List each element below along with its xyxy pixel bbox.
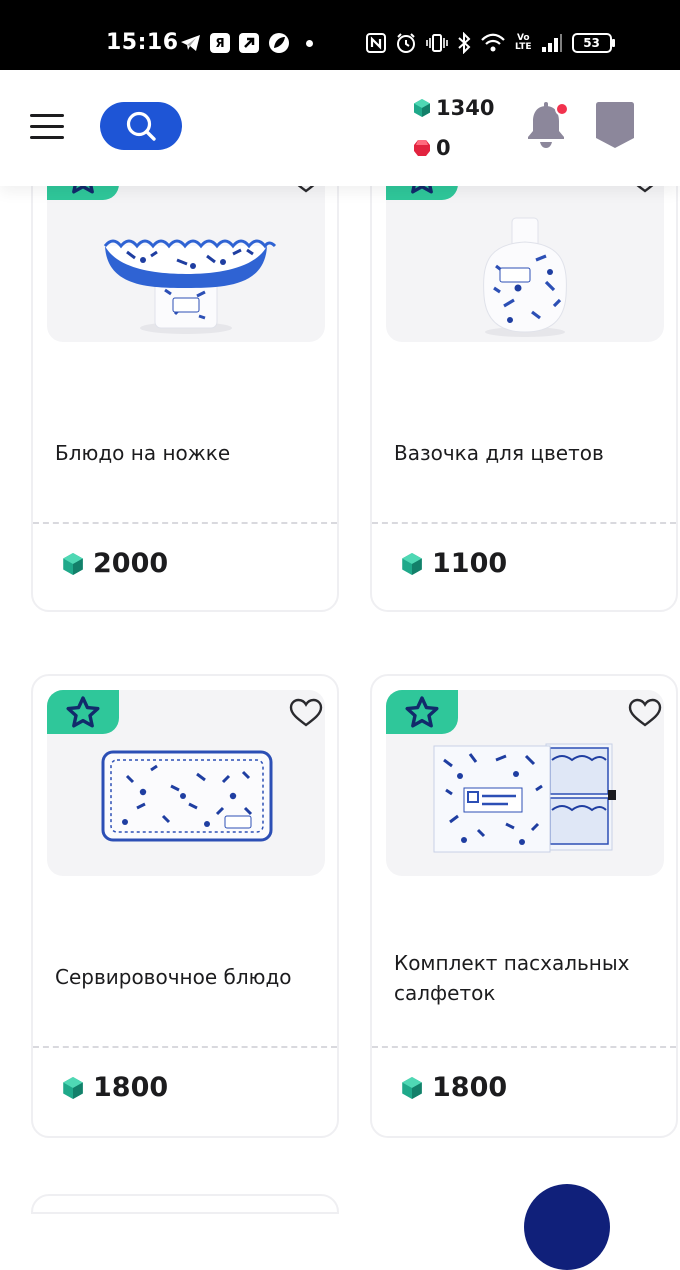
battery-icon: 53 [571, 33, 615, 53]
green-gem-icon [414, 99, 430, 117]
green-gem-icon [63, 1076, 83, 1099]
product-price: 1800 [63, 1072, 168, 1103]
vibrate-icon [426, 33, 448, 53]
heart-outline-icon[interactable] [628, 698, 662, 728]
product-title: Комплект пасхальных салфеток [394, 951, 630, 1005]
price-value: 1100 [432, 548, 508, 579]
product-title: Вазочка для цветов [394, 441, 604, 465]
green-gem-icon [63, 552, 83, 575]
product-title: Блюдо на ножке [55, 441, 231, 465]
green-balance-value: 1340 [436, 96, 495, 120]
telegram-icon [180, 33, 202, 53]
price-value: 2000 [93, 548, 169, 579]
alarm-icon [395, 32, 417, 54]
leaf-app-icon [268, 32, 290, 54]
star-icon [405, 696, 439, 728]
hamburger-menu-icon[interactable] [30, 114, 64, 140]
card-divider [33, 1046, 337, 1048]
price-value: 1800 [432, 1072, 508, 1103]
bluetooth-icon [457, 32, 471, 54]
balance-widget[interactable]: 1340 0 [414, 90, 494, 166]
red-balance: 0 [414, 130, 494, 166]
product-price: 2000 [63, 548, 168, 579]
heart-outline-icon[interactable] [289, 698, 323, 728]
star-icon [66, 696, 100, 728]
notifications-button[interactable] [524, 100, 569, 150]
floating-action-button[interactable] [524, 1184, 610, 1270]
red-balance-value: 0 [436, 136, 451, 160]
status-bar: 15:16 Я Vo LTE 53 [0, 0, 680, 70]
product-card[interactable]: Вазочка для цветов 1100 [370, 140, 678, 612]
product-card[interactable]: Блюдо на ножке 2000 [31, 140, 339, 612]
featured-badge [386, 690, 458, 734]
card-divider [33, 522, 337, 524]
product-price: 1800 [402, 1072, 507, 1103]
arrow-app-icon [238, 32, 260, 54]
next-card-edge [31, 1194, 339, 1214]
product-title: Сервировочное блюдо [55, 965, 292, 989]
notification-dot [555, 102, 569, 116]
profile-shield-icon [596, 102, 634, 148]
signal-icon [541, 33, 563, 53]
dot-icon [306, 39, 313, 47]
search-icon [126, 111, 156, 141]
status-system-icons: Vo LTE 53 [366, 30, 615, 56]
yandex-icon: Я [210, 33, 230, 53]
price-value: 1800 [93, 1072, 169, 1103]
volte-label-bottom: LTE [515, 42, 532, 52]
green-gem-icon [402, 1076, 422, 1099]
product-price: 1100 [402, 548, 507, 579]
profile-button[interactable] [596, 102, 634, 152]
nfc-icon [366, 33, 386, 53]
wifi-icon [480, 33, 506, 53]
search-button[interactable] [100, 102, 182, 150]
card-divider [372, 1046, 676, 1048]
product-card[interactable]: Сервировочное блюдо 1800 [31, 674, 339, 1138]
card-divider [372, 522, 676, 524]
app-header: 1340 0 [0, 70, 680, 186]
product-card[interactable]: Комплект пасхальных салфеток 1800 [370, 674, 678, 1138]
red-gem-icon [414, 140, 430, 156]
status-app-icons: Я [180, 30, 313, 56]
green-gem-icon [402, 552, 422, 575]
volte-icon: Vo LTE [515, 34, 532, 52]
status-time: 15:16 [106, 30, 179, 55]
green-balance: 1340 [414, 90, 494, 126]
featured-badge [47, 690, 119, 734]
